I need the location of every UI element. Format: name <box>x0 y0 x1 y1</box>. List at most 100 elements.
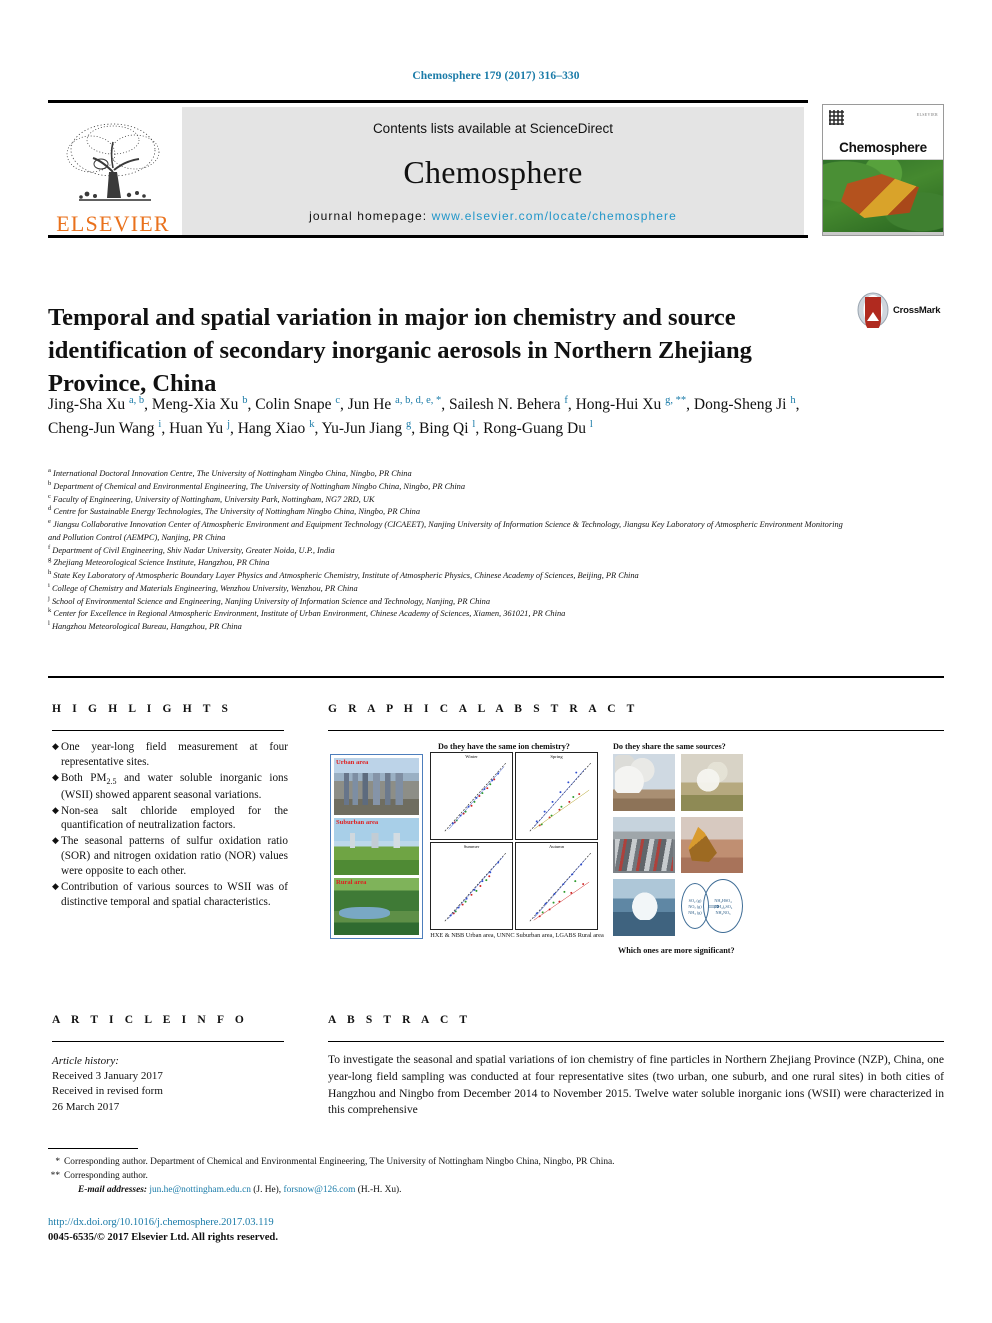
ga-reactant-nox: NOₓ (g) <box>688 903 702 909</box>
ga-plot-caption: HXE & NBB Urban area, UNNC Suburban area… <box>430 932 604 939</box>
section-divider <box>48 676 944 678</box>
ga-scatter-spring: Spring <box>515 752 598 840</box>
author-name[interactable]: Jun He <box>348 396 395 413</box>
affiliation-text: Faculty of Engineering, University of No… <box>50 494 375 504</box>
homepage-prefix: journal homepage: <box>309 209 432 223</box>
crossmark-label: CrossMark <box>893 304 941 316</box>
highlights-heading: H I G H L I G H T S <box>52 703 233 715</box>
ga-photo-vehicle-traffic <box>613 816 675 874</box>
article-info-rule <box>52 1041 284 1042</box>
graphical-abstract-rule <box>328 730 944 731</box>
crossmark-badge[interactable]: CrossMark <box>856 290 946 330</box>
affiliation-text: Hangzhou Meteorological Bureau, Hangzhou… <box>49 622 242 632</box>
author-affiliation-mark: g, ** <box>665 394 687 406</box>
elsevier-wordmark: ELSEVIER <box>56 211 170 236</box>
affiliation-item: h State Key Laboratory of Atmospheric Bo… <box>48 570 848 583</box>
affiliation-item: k Center for Excellence in Regional Atmo… <box>48 608 848 621</box>
ga-products-ellipse: NH₄HSO₄ (NH₄)₂SO₄ NH₄NO₃ <box>703 879 743 934</box>
graphical-abstract-heading: G R A P H I C A L A B S T R A C T <box>328 703 639 715</box>
author-name[interactable]: Hong-Hui Xu <box>576 396 666 413</box>
highlight-text: Contribution of various sources to WSII … <box>61 880 288 908</box>
author-name[interactable]: Yu-Jun Jiang <box>322 420 406 437</box>
highlight-text: Both PM2.5 and water soluble inorganic i… <box>61 771 288 801</box>
sciencedirect-link[interactable]: ScienceDirect <box>530 121 613 136</box>
ga-photo-urban: Urban area <box>334 758 419 815</box>
journal-homepage-line: journal homepage: www.elsevier.com/locat… <box>309 209 677 223</box>
ga-reactant-nh3: NH₃ (g) <box>688 909 702 915</box>
highlight-item: ◆ The seasonal patterns of sulfur oxidati… <box>52 834 288 879</box>
ga-scatter-svg-autumn <box>529 852 592 922</box>
author-separator: , <box>441 396 449 413</box>
footnote-rule <box>48 1148 138 1149</box>
highlight-item: ◆ Non-sea salt chloride employed for the … <box>52 804 288 834</box>
journal-homepage-link[interactable]: www.elsevier.com/locate/chemosphere <box>432 209 677 223</box>
author-name[interactable]: Huan Yu <box>169 420 227 437</box>
author-name[interactable]: Bing Qi <box>419 420 472 437</box>
ga-photo-suburban: Suburban area <box>334 818 419 875</box>
abstract-rule <box>328 1041 944 1042</box>
ga-question-sources: Do they share the same sources? <box>613 742 726 751</box>
author-name[interactable]: Hang Xiao <box>238 420 309 437</box>
article-info-body: Article history: Received 3 January 2017… <box>52 1054 288 1115</box>
doi-link[interactable]: http://dx.doi.org/10.1016/j.chemosphere.… <box>48 1215 848 1230</box>
affiliation-item: j School of Environmental Science and En… <box>48 595 848 609</box>
email-link-2[interactable]: forsnow@126.com <box>284 1185 356 1195</box>
affiliation-item: l Hangzhou Meteorological Bureau, Hangzh… <box>48 621 848 634</box>
journal-masthead: ELSEVIER Contents lists available at Sci… <box>48 100 808 238</box>
ga-photo-power-plant <box>613 754 675 811</box>
footnote-block: * Corresponding author. Department of Ch… <box>48 1155 848 1197</box>
ga-scatter-winter: Winter <box>430 752 513 840</box>
ga-photo-label-urban: Urban area <box>336 759 369 766</box>
ga-reactant-so2: SO₂ (g) <box>688 897 702 903</box>
ga-scatter-svg-winter <box>444 762 507 832</box>
author-name[interactable]: Meng-Xia Xu <box>152 396 242 413</box>
affiliation-item: a International Doctoral Innovation Cent… <box>48 467 848 481</box>
ga-photo-label-rural: Rural area <box>336 879 367 886</box>
author-separator: , <box>411 420 420 438</box>
author-name[interactable]: Colin Snape <box>255 396 335 413</box>
contents-list-line: Contents lists available at ScienceDirec… <box>373 121 613 136</box>
ga-photo-rural: Rural area <box>334 878 419 935</box>
footnote-text-1: Corresponding author. Department of Chem… <box>64 1157 615 1167</box>
ga-source-photo-grid: SO₂ (g) NOₓ (g) NH₃ (g) ⟹ NH₄HSO₄ (NH₄)₂… <box>613 754 743 936</box>
author-name[interactable]: Jing-Sha Xu <box>48 396 129 413</box>
journal-article-page: Chemosphere 179 (2017) 316–330 ELSEVIER … <box>0 0 992 1323</box>
author-name[interactable]: Dong-Sheng Ji <box>694 396 790 413</box>
subscript: 2.5 <box>106 777 117 787</box>
email-owner-1: (J. He), <box>253 1185 282 1196</box>
elsevier-tree-icon <box>66 123 160 201</box>
bullet-icon: ◆ <box>52 771 59 782</box>
bullet-icon: ◆ <box>52 804 59 815</box>
page-title: Temporal and spatial variation in major … <box>48 304 752 397</box>
journal-cover-thumbnail: ELSEVIER Chemosphere <box>822 104 944 236</box>
author-name[interactable]: Cheng-Jun Wang <box>48 420 158 437</box>
crossmark-icon <box>857 292 889 328</box>
affiliation-item: i College of Chemistry and Materials Eng… <box>48 582 848 596</box>
author-name[interactable]: Sailesh N. Behera <box>449 396 564 413</box>
affiliation-text: State Key Laboratory of Atmospheric Boun… <box>51 571 639 581</box>
cover-journal-name: Chemosphere <box>839 140 927 155</box>
author-name[interactable]: Rong-Guang Du <box>483 420 590 437</box>
author-separator: , <box>567 396 576 413</box>
email-link-1[interactable]: jun.he@nottingham.edu.cn <box>149 1185 251 1195</box>
author-affiliation-mark: l <box>589 418 593 430</box>
article-revised-date: 26 March 2017 <box>52 1100 120 1113</box>
ga-reaction-diagram: SO₂ (g) NOₓ (g) NH₃ (g) ⟹ NH₄HSO₄ (NH₄)₂… <box>681 879 743 936</box>
article-history-label: Article history: <box>52 1055 119 1067</box>
affiliation-item: f Department of Civil Engineering, Shiv … <box>48 544 848 558</box>
author-separator: , <box>314 420 322 438</box>
highlight-text: Non-sea salt chloride employed for the q… <box>61 804 288 832</box>
author-affiliation-mark: a, b <box>128 394 145 406</box>
graphical-abstract-figure: Do they have the same ion chemistry? Do … <box>330 740 944 980</box>
highlight-text: One year-long field measurement at four … <box>61 741 288 768</box>
author-separator: , <box>475 420 484 438</box>
elsevier-logo: ELSEVIER <box>48 107 178 235</box>
author-separator: , <box>144 396 152 413</box>
author-separator: , <box>229 420 238 438</box>
ga-scatter-panel-grid: Winter Spring Summer Autumn <box>430 752 598 930</box>
affiliation-text: Department of Chemical and Environmental… <box>51 481 466 491</box>
cover-publisher-mark: ELSEVIER <box>916 112 938 117</box>
affiliation-item: b Department of Chemical and Environment… <box>48 480 848 494</box>
affiliation-text: School of Environmental Science and Engi… <box>49 596 491 606</box>
email-owner-2: (H.-H. Xu). <box>357 1185 402 1196</box>
